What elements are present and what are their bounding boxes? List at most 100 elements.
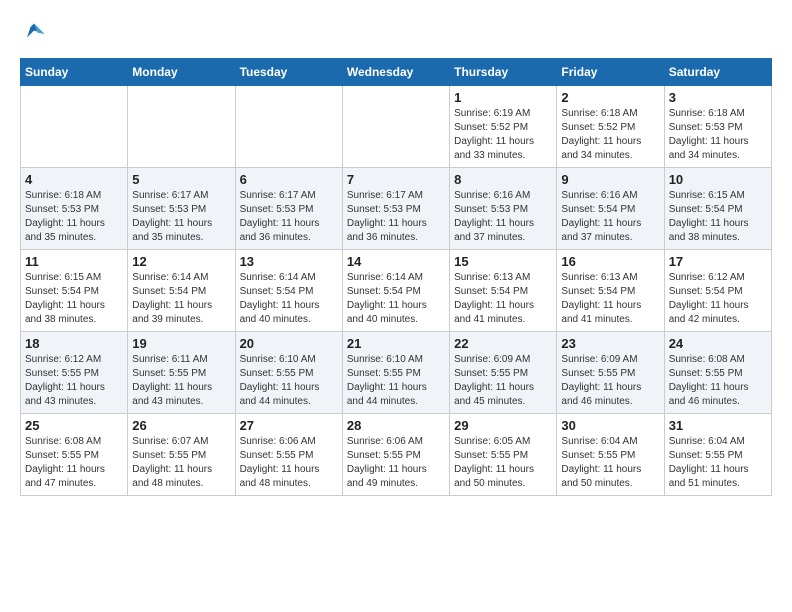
day-info: Sunrise: 6:13 AM Sunset: 5:54 PM Dayligh…: [454, 271, 552, 327]
day-info: Sunrise: 6:11 AM Sunset: 5:55 PM Dayligh…: [132, 353, 230, 409]
calendar-table: SundayMondayTuesdayWednesdayThursdayFrid…: [20, 58, 772, 496]
calendar-week-row: 11 Sunrise: 6:15 AM Sunset: 5:54 PM Dayli…: [21, 250, 772, 332]
calendar-day-empty: [21, 86, 128, 168]
day-number: 19: [132, 336, 230, 351]
calendar-day-21: 21 Sunrise: 6:10 AM Sunset: 5:55 PM Dayli…: [342, 332, 449, 414]
calendar-day-3: 3 Sunrise: 6:18 AM Sunset: 5:53 PM Daylig…: [664, 86, 771, 168]
day-info: Sunrise: 6:04 AM Sunset: 5:55 PM Dayligh…: [669, 435, 767, 491]
day-info: Sunrise: 6:08 AM Sunset: 5:55 PM Dayligh…: [25, 435, 123, 491]
calendar-day-24: 24 Sunrise: 6:08 AM Sunset: 5:55 PM Dayli…: [664, 332, 771, 414]
calendar-day-27: 27Sunrise: 6:06 AM Sunset: 5:55 PM Dayli…: [235, 414, 342, 496]
calendar-day-11: 11 Sunrise: 6:15 AM Sunset: 5:54 PM Dayli…: [21, 250, 128, 332]
day-info: Sunrise: 6:09 AM Sunset: 5:55 PM Dayligh…: [454, 353, 552, 409]
calendar-day-4: 4Sunrise: 6:18 AM Sunset: 5:53 PM Daylig…: [21, 168, 128, 250]
calendar-week-row: 1 Sunrise: 6:19 AM Sunset: 5:52 PM Daylig…: [21, 86, 772, 168]
day-info: Sunrise: 6:16 AM Sunset: 5:54 PM Dayligh…: [561, 189, 659, 245]
day-number: 22: [454, 336, 552, 351]
calendar-day-22: 22 Sunrise: 6:09 AM Sunset: 5:55 PM Dayli…: [450, 332, 557, 414]
day-info: Sunrise: 6:17 AM Sunset: 5:53 PM Dayligh…: [132, 189, 230, 245]
day-number: 28: [347, 418, 445, 433]
day-number: 31: [669, 418, 767, 433]
calendar-header-wednesday: Wednesday: [342, 59, 449, 86]
day-info: Sunrise: 6:15 AM Sunset: 5:54 PM Dayligh…: [25, 271, 123, 327]
calendar-day-2: 2Sunrise: 6:18 AM Sunset: 5:52 PM Daylig…: [557, 86, 664, 168]
day-number: 25: [25, 418, 123, 433]
day-number: 20: [240, 336, 338, 351]
day-number: 30: [561, 418, 659, 433]
calendar-header-tuesday: Tuesday: [235, 59, 342, 86]
calendar-day-8: 8 Sunrise: 6:16 AM Sunset: 5:53 PM Daylig…: [450, 168, 557, 250]
calendar-day-9: 9 Sunrise: 6:16 AM Sunset: 5:54 PM Daylig…: [557, 168, 664, 250]
day-number: 27: [240, 418, 338, 433]
calendar-header-row: SundayMondayTuesdayWednesdayThursdayFrid…: [21, 59, 772, 86]
calendar-day-16: 16Sunrise: 6:13 AM Sunset: 5:54 PM Dayli…: [557, 250, 664, 332]
calendar-day-26: 26Sunrise: 6:07 AM Sunset: 5:55 PM Dayli…: [128, 414, 235, 496]
day-number: 8: [454, 172, 552, 187]
logo: [20, 20, 52, 48]
day-info: Sunrise: 6:12 AM Sunset: 5:55 PM Dayligh…: [25, 353, 123, 409]
calendar-day-6: 6 Sunrise: 6:17 AM Sunset: 5:53 PM Daylig…: [235, 168, 342, 250]
day-info: Sunrise: 6:05 AM Sunset: 5:55 PM Dayligh…: [454, 435, 552, 491]
day-info: Sunrise: 6:16 AM Sunset: 5:53 PM Dayligh…: [454, 189, 552, 245]
calendar-day-1: 1 Sunrise: 6:19 AM Sunset: 5:52 PM Daylig…: [450, 86, 557, 168]
day-info: Sunrise: 6:10 AM Sunset: 5:55 PM Dayligh…: [240, 353, 338, 409]
calendar-day-5: 5 Sunrise: 6:17 AM Sunset: 5:53 PM Daylig…: [128, 168, 235, 250]
day-number: 12: [132, 254, 230, 269]
day-number: 11: [25, 254, 123, 269]
day-info: Sunrise: 6:09 AM Sunset: 5:55 PM Dayligh…: [561, 353, 659, 409]
calendar-week-row: 25 Sunrise: 6:08 AM Sunset: 5:55 PM Dayli…: [21, 414, 772, 496]
day-number: 13: [240, 254, 338, 269]
calendar-week-row: 4Sunrise: 6:18 AM Sunset: 5:53 PM Daylig…: [21, 168, 772, 250]
day-number: 29: [454, 418, 552, 433]
day-info: Sunrise: 6:19 AM Sunset: 5:52 PM Dayligh…: [454, 107, 552, 163]
calendar-day-15: 15Sunrise: 6:13 AM Sunset: 5:54 PM Dayli…: [450, 250, 557, 332]
calendar-day-empty: [342, 86, 449, 168]
calendar-day-31: 31 Sunrise: 6:04 AM Sunset: 5:55 PM Dayli…: [664, 414, 771, 496]
day-number: 9: [561, 172, 659, 187]
day-number: 3: [669, 90, 767, 105]
day-number: 18: [25, 336, 123, 351]
calendar-day-28: 28 Sunrise: 6:06 AM Sunset: 5:55 PM Dayli…: [342, 414, 449, 496]
calendar-header-friday: Friday: [557, 59, 664, 86]
calendar-week-row: 18 Sunrise: 6:12 AM Sunset: 5:55 PM Dayli…: [21, 332, 772, 414]
day-number: 24: [669, 336, 767, 351]
calendar-day-7: 7 Sunrise: 6:17 AM Sunset: 5:53 PM Daylig…: [342, 168, 449, 250]
calendar-day-19: 19 Sunrise: 6:11 AM Sunset: 5:55 PM Dayli…: [128, 332, 235, 414]
day-info: Sunrise: 6:18 AM Sunset: 5:53 PM Dayligh…: [669, 107, 767, 163]
day-info: Sunrise: 6:10 AM Sunset: 5:55 PM Dayligh…: [347, 353, 445, 409]
calendar-day-20: 20 Sunrise: 6:10 AM Sunset: 5:55 PM Dayli…: [235, 332, 342, 414]
day-number: 21: [347, 336, 445, 351]
day-info: Sunrise: 6:12 AM Sunset: 5:54 PM Dayligh…: [669, 271, 767, 327]
day-info: Sunrise: 6:18 AM Sunset: 5:52 PM Dayligh…: [561, 107, 659, 163]
day-info: Sunrise: 6:13 AM Sunset: 5:54 PM Dayligh…: [561, 271, 659, 327]
day-number: 7: [347, 172, 445, 187]
day-number: 17: [669, 254, 767, 269]
day-info: Sunrise: 6:04 AM Sunset: 5:55 PM Dayligh…: [561, 435, 659, 491]
calendar-header-saturday: Saturday: [664, 59, 771, 86]
day-number: 6: [240, 172, 338, 187]
calendar-day-13: 13 Sunrise: 6:14 AM Sunset: 5:54 PM Dayli…: [235, 250, 342, 332]
day-info: Sunrise: 6:14 AM Sunset: 5:54 PM Dayligh…: [347, 271, 445, 327]
day-info: Sunrise: 6:06 AM Sunset: 5:55 PM Dayligh…: [347, 435, 445, 491]
calendar-day-14: 14Sunrise: 6:14 AM Sunset: 5:54 PM Dayli…: [342, 250, 449, 332]
calendar-day-empty: [128, 86, 235, 168]
day-info: Sunrise: 6:14 AM Sunset: 5:54 PM Dayligh…: [240, 271, 338, 327]
logo-icon: [20, 20, 48, 48]
calendar-day-empty: [235, 86, 342, 168]
page-header: [20, 20, 772, 48]
calendar-day-17: 17 Sunrise: 6:12 AM Sunset: 5:54 PM Dayli…: [664, 250, 771, 332]
day-number: 5: [132, 172, 230, 187]
day-number: 23: [561, 336, 659, 351]
day-info: Sunrise: 6:17 AM Sunset: 5:53 PM Dayligh…: [240, 189, 338, 245]
calendar-day-23: 23 Sunrise: 6:09 AM Sunset: 5:55 PM Dayli…: [557, 332, 664, 414]
calendar-day-10: 10Sunrise: 6:15 AM Sunset: 5:54 PM Dayli…: [664, 168, 771, 250]
day-info: Sunrise: 6:17 AM Sunset: 5:53 PM Dayligh…: [347, 189, 445, 245]
day-info: Sunrise: 6:15 AM Sunset: 5:54 PM Dayligh…: [669, 189, 767, 245]
day-info: Sunrise: 6:08 AM Sunset: 5:55 PM Dayligh…: [669, 353, 767, 409]
calendar-day-29: 29 Sunrise: 6:05 AM Sunset: 5:55 PM Dayli…: [450, 414, 557, 496]
calendar-day-25: 25 Sunrise: 6:08 AM Sunset: 5:55 PM Dayli…: [21, 414, 128, 496]
calendar-day-18: 18 Sunrise: 6:12 AM Sunset: 5:55 PM Dayli…: [21, 332, 128, 414]
day-info: Sunrise: 6:18 AM Sunset: 5:53 PM Dayligh…: [25, 189, 123, 245]
day-number: 1: [454, 90, 552, 105]
calendar-header-thursday: Thursday: [450, 59, 557, 86]
